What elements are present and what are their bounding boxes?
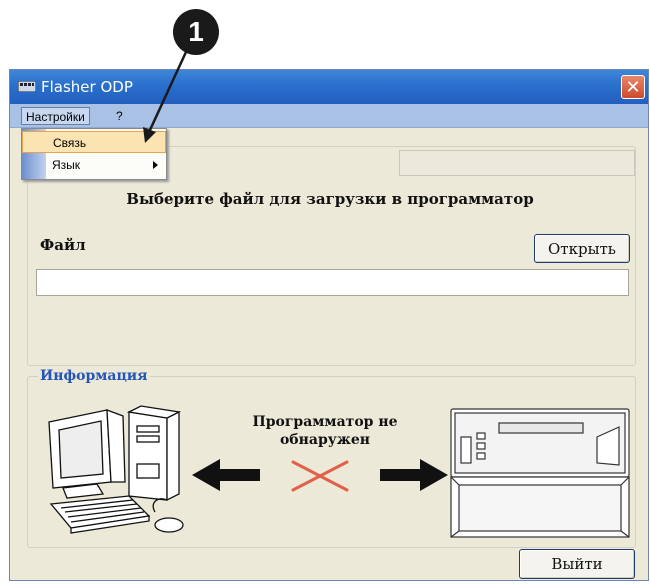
callout-pointer [143, 51, 188, 143]
callout-number-badge: 1 [173, 9, 219, 55]
